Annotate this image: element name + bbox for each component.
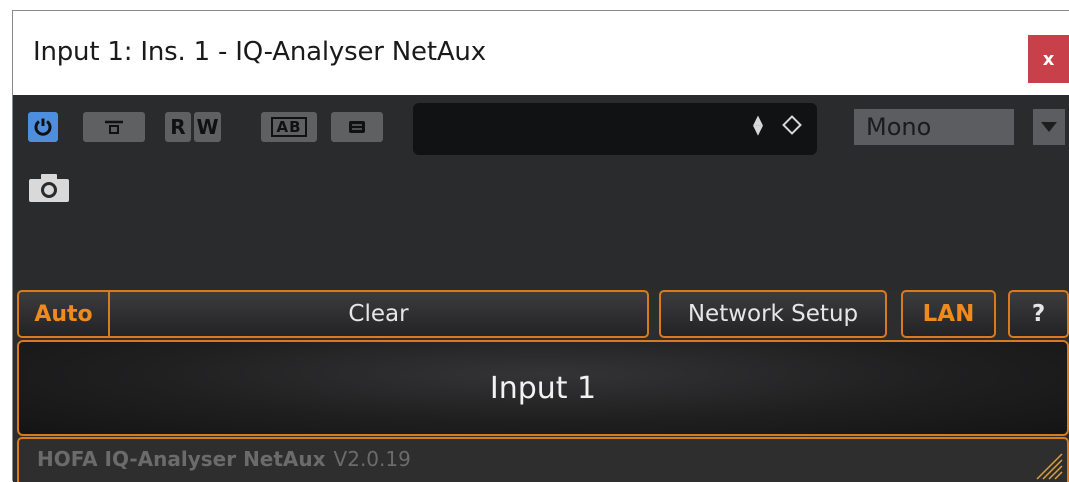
- channel-config-select[interactable]: Mono: [854, 109, 1014, 145]
- lan-button[interactable]: LAN: [901, 290, 996, 338]
- window-title: Input 1: Ins. 1 - IQ-Analyser NetAux: [33, 37, 486, 67]
- read-automation-button[interactable]: R: [165, 112, 191, 142]
- preset-selector[interactable]: ▲ ▼: [413, 103, 817, 155]
- version-label: V2.0.19: [333, 447, 411, 471]
- plugin-footer: HOFA IQ-Analyser NetAux V2.0.19: [17, 437, 1069, 482]
- snapshot-button[interactable]: [28, 173, 70, 207]
- title-bar[interactable]: Input 1: Ins. 1 - IQ-Analyser NetAux x: [13, 11, 1069, 95]
- write-automation-button[interactable]: W: [194, 112, 221, 142]
- diamond-icon[interactable]: [782, 115, 802, 135]
- footer-label: HOFA IQ-Analyser NetAux V2.0.19: [37, 447, 411, 471]
- power-icon: [34, 118, 52, 136]
- network-setup-button[interactable]: Network Setup: [659, 290, 887, 338]
- plugin-menu-button[interactable]: [331, 112, 383, 142]
- camera-icon: [29, 174, 69, 202]
- plugin-panel: Auto Clear Network Setup LAN ? Input 1 H…: [13, 290, 1069, 482]
- bypass-icon: [105, 120, 123, 134]
- write-icon: W: [196, 115, 219, 139]
- resize-grip-icon[interactable]: [1033, 450, 1063, 480]
- clear-button[interactable]: Clear: [110, 292, 647, 336]
- up-down-arrows-icon[interactable]: ▲ ▼: [751, 114, 765, 137]
- power-button[interactable]: [28, 112, 58, 142]
- auto-clear-group: Auto Clear: [17, 290, 649, 338]
- auto-button[interactable]: Auto: [19, 292, 110, 336]
- host-toolbar: R W AB ▲ ▼ Mono: [13, 95, 1069, 290]
- menu-icon: [349, 121, 365, 133]
- brand-name: HOFA IQ-Analyser NetAux: [37, 447, 326, 471]
- read-icon: R: [170, 115, 186, 139]
- ab-compare-icon: AB: [271, 117, 307, 137]
- read-write-group: R W: [165, 112, 221, 142]
- plugin-window: Input 1: Ins. 1 - IQ-Analyser NetAux x R…: [12, 10, 1069, 482]
- ab-compare-button[interactable]: AB: [261, 112, 317, 142]
- help-button[interactable]: ?: [1008, 290, 1069, 338]
- bypass-button[interactable]: [83, 112, 145, 142]
- close-button[interactable]: x: [1028, 35, 1069, 83]
- triangle-down-icon: [1041, 122, 1057, 132]
- channel-dropdown-button[interactable]: [1033, 109, 1065, 145]
- input-display[interactable]: Input 1: [17, 340, 1069, 436]
